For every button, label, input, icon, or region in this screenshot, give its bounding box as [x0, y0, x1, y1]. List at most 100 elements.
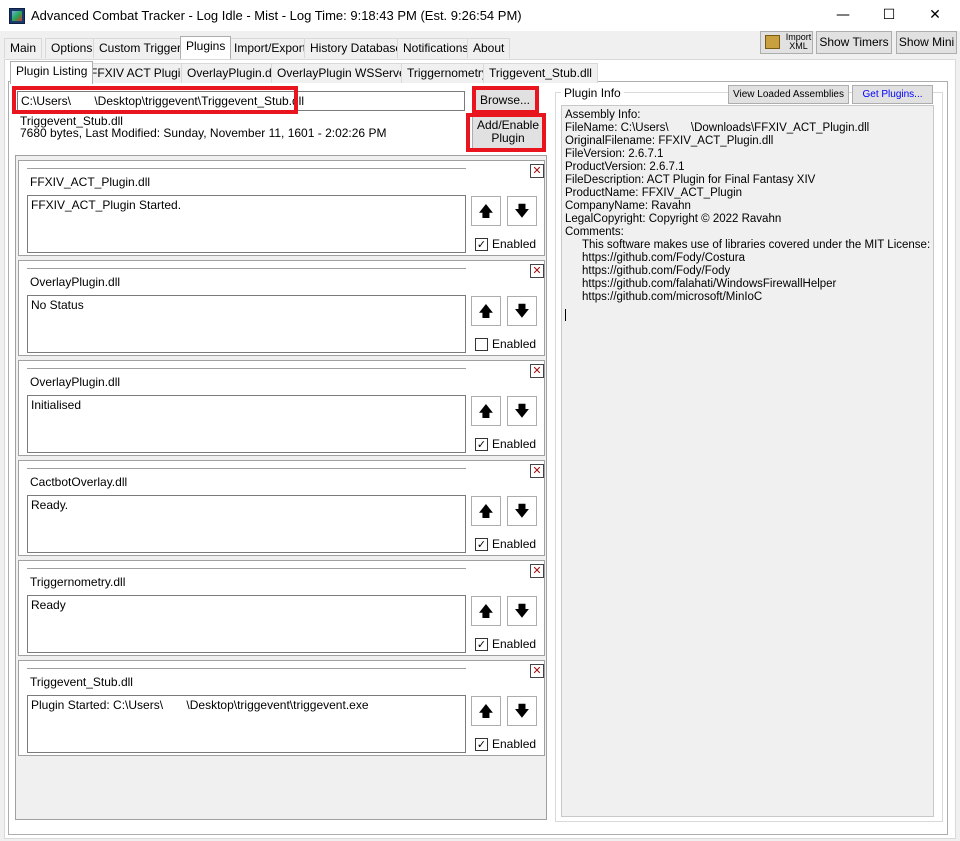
move-up-icon[interactable]: 🡅 [471, 496, 501, 526]
move-up-icon[interactable]: 🡅 [471, 196, 501, 226]
info-line: Assembly Info: [565, 109, 641, 121]
app-icon [9, 8, 25, 24]
enabled-label[interactable]: Enabled [492, 337, 536, 351]
enabled-checkbox[interactable]: ✓ [475, 238, 488, 251]
plugin-name-box: Triggevent_Stub.dll [27, 668, 466, 690]
move-down-icon[interactable]: 🡇 [507, 596, 537, 626]
info-comment-line: https://github.com/Fody/Fody [582, 265, 731, 277]
add-enable-label-1: Add/Enable [476, 118, 540, 132]
plugin-status: No Status [27, 295, 466, 353]
plugin-item: ✕ Triggevent_Stub.dll Plugin Started: C:… [18, 660, 545, 756]
plugin-info-text[interactable]: Assembly Info: FileName: C:\Users\ \Down… [561, 105, 934, 817]
plugin-status: Initialised [27, 395, 466, 453]
enabled-label[interactable]: Enabled [492, 437, 536, 451]
plugin-status: Ready [27, 595, 466, 653]
subtab-triggernometry[interactable]: Triggernometry [401, 63, 494, 83]
remove-plugin-icon[interactable]: ✕ [530, 364, 544, 378]
selected-file-meta: 7680 bytes, Last Modified: Sunday, Novem… [20, 126, 387, 140]
plugin-name: OverlayPlugin.dll [30, 275, 121, 289]
enabled-label[interactable]: Enabled [492, 537, 536, 551]
tab-import-export[interactable]: Import/Export [228, 38, 313, 58]
info-line: FileName: C:\Users\ \Downloads\FFXIV_ACT… [565, 122, 870, 134]
plugin-name-box: FFXIV_ACT_Plugin.dll [27, 168, 466, 190]
tab-main[interactable]: Main [4, 38, 43, 58]
plugin-name-box: OverlayPlugin.dll [27, 368, 466, 390]
subtab-plugin-listing[interactable]: Plugin Listing [10, 61, 94, 84]
remove-plugin-icon[interactable]: ✕ [530, 264, 544, 278]
plugin-name: OverlayPlugin.dll [30, 375, 121, 389]
plugin-item: ✕ Triggernometry.dll Ready 🡅 🡇 ✓ Enabled [18, 560, 545, 656]
plugin-item: ✕ OverlayPlugin.dll No Status 🡅 🡇 Enable… [18, 260, 545, 356]
info-comment-line: https://github.com/microsoft/MinIoC [582, 291, 763, 303]
move-up-icon[interactable]: 🡅 [471, 696, 501, 726]
move-up-icon[interactable]: 🡅 [471, 296, 501, 326]
move-down-icon[interactable]: 🡇 [507, 396, 537, 426]
move-down-icon[interactable]: 🡇 [507, 196, 537, 226]
minimize-button[interactable]: — [820, 0, 866, 30]
enabled-checkbox[interactable]: ✓ [475, 538, 488, 551]
enabled-checkbox[interactable]: ✓ [475, 738, 488, 751]
remove-plugin-icon[interactable]: ✕ [530, 564, 544, 578]
enabled-checkbox[interactable] [475, 338, 488, 351]
remove-plugin-icon[interactable]: ✕ [530, 464, 544, 478]
get-plugins-button[interactable]: Get Plugins... [852, 85, 933, 104]
show-mini-button[interactable]: Show Mini [896, 31, 957, 54]
info-line: FileDescription: ACT Plugin for Final Fa… [565, 174, 816, 186]
text-cursor [565, 309, 566, 321]
enabled-label[interactable]: Enabled [492, 737, 536, 751]
import-xml-button[interactable]: Import XML [760, 31, 813, 54]
remove-plugin-icon[interactable]: ✕ [530, 664, 544, 678]
enabled-label[interactable]: Enabled [492, 637, 536, 651]
info-line: LegalCopyright: Copyright © 2022 Ravahn [565, 213, 782, 225]
subtab-overlayplugin[interactable]: OverlayPlugin.dll [181, 63, 284, 83]
enabled-checkbox[interactable]: ✓ [475, 438, 488, 451]
enabled-label[interactable]: Enabled [492, 237, 536, 251]
plugin-name: CactbotOverlay.dll [30, 475, 128, 489]
move-down-icon[interactable]: 🡇 [507, 296, 537, 326]
move-down-icon[interactable]: 🡇 [507, 696, 537, 726]
plugin-status: Ready. [27, 495, 466, 553]
add-enable-plugin-button[interactable]: Add/Enable Plugin [472, 115, 544, 149]
enabled-checkbox[interactable]: ✓ [475, 638, 488, 651]
plugin-name-box: CactbotOverlay.dll [27, 468, 466, 490]
move-up-icon[interactable]: 🡅 [471, 396, 501, 426]
tab-notifications[interactable]: Notifications [397, 38, 475, 58]
tab-custom-triggers[interactable]: Custom Triggers [93, 38, 194, 58]
info-line: FileVersion: 2.6.7.1 [565, 148, 664, 160]
plugin-name-box: OverlayPlugin.dll [27, 268, 466, 290]
tab-plugins[interactable]: Plugins [180, 36, 232, 59]
close-button[interactable]: ✕ [912, 0, 958, 30]
clipboard-icon [765, 35, 780, 49]
plugin-name: Triggernometry.dll [30, 575, 126, 589]
info-line: ProductName: FFXIV_ACT_Plugin [565, 187, 743, 199]
plugin-item: ✕ CactbotOverlay.dll Ready. 🡅 🡇 ✓ Enable… [18, 460, 545, 556]
info-comment-line: This software makes use of libraries cov… [582, 239, 931, 251]
subtab-triggevent-stub[interactable]: Triggevent_Stub.dll [483, 63, 598, 83]
tab-history-database[interactable]: History Database [304, 38, 409, 58]
plugin-path-input[interactable]: C:\Users\ \Desktop\triggevent\Triggevent… [17, 91, 465, 111]
plugin-info-legend: Plugin Info [561, 86, 624, 100]
import-xml-label-2: XML [789, 41, 808, 51]
plugin-status: FFXIV_ACT_Plugin Started. [27, 195, 466, 253]
move-up-icon[interactable]: 🡅 [471, 596, 501, 626]
tab-about[interactable]: About [467, 38, 511, 58]
info-line: ProductVersion: 2.6.7.1 [565, 161, 685, 173]
minimize-icon: — [836, 7, 850, 23]
tab-options[interactable]: Options [45, 38, 99, 58]
info-line: OriginalFilename: FFXIV_ACT_Plugin.dll [565, 135, 774, 147]
plugin-item: ✕ FFXIV_ACT_Plugin.dll FFXIV_ACT_Plugin … [18, 160, 545, 256]
plugin-name: Triggevent_Stub.dll [30, 675, 133, 689]
subtab-ffxiv-act-plugin[interactable]: FFXIV ACT Plugin [84, 63, 194, 83]
close-icon: ✕ [929, 7, 941, 23]
window-title: Advanced Combat Tracker - Log Idle - Mis… [31, 8, 522, 23]
info-comment-line: https://github.com/Fody/Costura [582, 252, 745, 264]
info-line: Comments: [565, 226, 624, 238]
move-down-icon[interactable]: 🡇 [507, 496, 537, 526]
info-comment-line: https://github.com/falahati/WindowsFirew… [582, 278, 837, 290]
show-timers-button[interactable]: Show Timers [816, 31, 892, 54]
remove-plugin-icon[interactable]: ✕ [530, 164, 544, 178]
subtab-overlayplugin-wsserver[interactable]: OverlayPlugin WSServer [271, 63, 416, 83]
maximize-button[interactable]: ☐ [866, 0, 912, 30]
browse-button[interactable]: Browse... [474, 89, 536, 112]
view-loaded-assemblies-button[interactable]: View Loaded Assemblies [728, 85, 849, 104]
